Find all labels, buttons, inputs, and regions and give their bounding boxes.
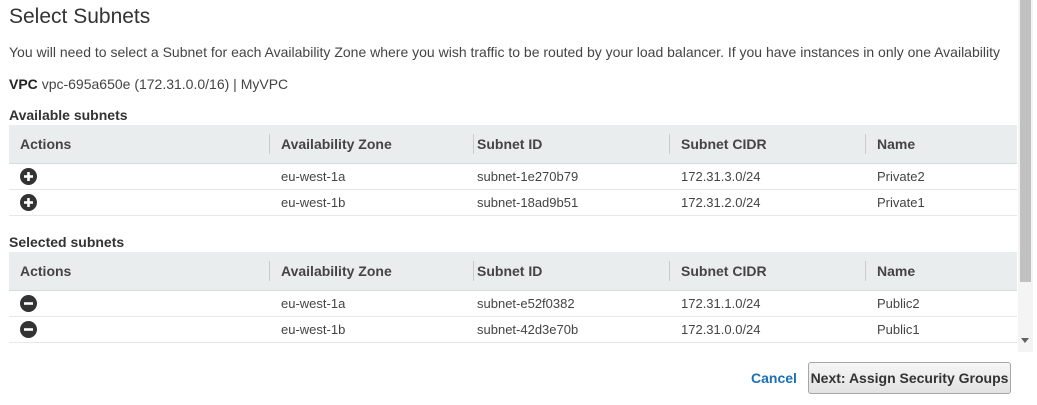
- cancel-button[interactable]: Cancel: [751, 370, 797, 386]
- table-header: Actions Availability Zone Subnet ID Subn…: [9, 252, 1017, 291]
- column-header-zone[interactable]: Availability Zone: [281, 125, 392, 163]
- column-header-subnet-id[interactable]: Subnet ID: [477, 125, 542, 163]
- column-header-name[interactable]: Name: [877, 252, 915, 290]
- cell-subnet-id: subnet-e52f0382: [477, 296, 575, 311]
- table-row: eu-west-1b subnet-18ad9b51 172.31.2.0/24…: [9, 190, 1017, 216]
- column-header-cidr[interactable]: Subnet CIDR: [681, 252, 767, 290]
- table-header: Actions Availability Zone Subnet ID Subn…: [9, 125, 1017, 164]
- column-divider: [473, 261, 474, 281]
- next-assign-security-groups-button[interactable]: Next: Assign Security Groups: [808, 362, 1011, 394]
- column-header-subnet-id[interactable]: Subnet ID: [477, 252, 542, 290]
- selected-subnets-table: Actions Availability Zone Subnet ID Subn…: [9, 252, 1017, 343]
- cell-zone: eu-west-1a: [281, 169, 346, 184]
- column-divider: [669, 261, 670, 281]
- subnet-panel: Select Subnets You will need to select a…: [0, 0, 1018, 352]
- column-divider: [473, 134, 474, 154]
- column-header-actions: Actions: [20, 136, 72, 152]
- cell-name: Private1: [877, 195, 925, 210]
- table-row: eu-west-1a subnet-1e270b79 172.31.3.0/24…: [9, 164, 1017, 190]
- column-divider: [269, 261, 270, 281]
- vpc-info: VPC vpc-695a650e (172.31.0.0/16) | MyVPC: [9, 76, 288, 92]
- cell-cidr: 172.31.1.0/24: [681, 296, 761, 311]
- available-subnets-label: Available subnets: [9, 107, 128, 123]
- cell-zone: eu-west-1b: [281, 322, 346, 337]
- cell-subnet-id: subnet-1e270b79: [477, 169, 579, 184]
- available-subnets-table: Actions Availability Zone Subnet ID Subn…: [9, 125, 1017, 216]
- table-row: eu-west-1b subnet-42d3e70b 172.31.0.0/24…: [9, 317, 1017, 343]
- add-icon[interactable]: [20, 168, 37, 185]
- cell-cidr: 172.31.0.0/24: [681, 322, 761, 337]
- cell-cidr: 172.31.3.0/24: [681, 169, 761, 184]
- column-header-cidr[interactable]: Subnet CIDR: [681, 125, 767, 163]
- cell-zone: eu-west-1a: [281, 296, 346, 311]
- remove-icon[interactable]: [20, 295, 37, 312]
- cell-subnet-id: subnet-18ad9b51: [477, 195, 579, 210]
- add-icon[interactable]: [20, 194, 37, 211]
- cell-name: Private2: [877, 169, 925, 184]
- scrollbar-thumb[interactable]: [1020, 0, 1031, 282]
- selected-subnets-label: Selected subnets: [9, 234, 125, 250]
- column-header-zone[interactable]: Availability Zone: [281, 252, 392, 290]
- page-title: Select Subnets: [9, 5, 151, 28]
- vertical-scrollbar[interactable]: [1018, 0, 1033, 352]
- column-header-name[interactable]: Name: [877, 125, 915, 163]
- cell-zone: eu-west-1b: [281, 195, 346, 210]
- remove-icon[interactable]: [20, 321, 37, 338]
- table-row: eu-west-1a subnet-e52f0382 172.31.1.0/24…: [9, 291, 1017, 317]
- cell-name: Public2: [877, 296, 920, 311]
- column-header-actions: Actions: [20, 263, 72, 279]
- vpc-label: VPC: [9, 76, 38, 92]
- column-divider: [865, 134, 866, 154]
- cell-cidr: 172.31.2.0/24: [681, 195, 761, 210]
- cell-name: Public1: [877, 322, 920, 337]
- column-divider: [865, 261, 866, 281]
- column-divider: [269, 134, 270, 154]
- scroll-down-icon[interactable]: [1021, 338, 1029, 343]
- page-description: You will need to select a Subnet for eac…: [9, 44, 1000, 60]
- vpc-value: vpc-695a650e (172.31.0.0/16) | MyVPC: [41, 76, 289, 92]
- cell-subnet-id: subnet-42d3e70b: [477, 322, 579, 337]
- column-divider: [669, 134, 670, 154]
